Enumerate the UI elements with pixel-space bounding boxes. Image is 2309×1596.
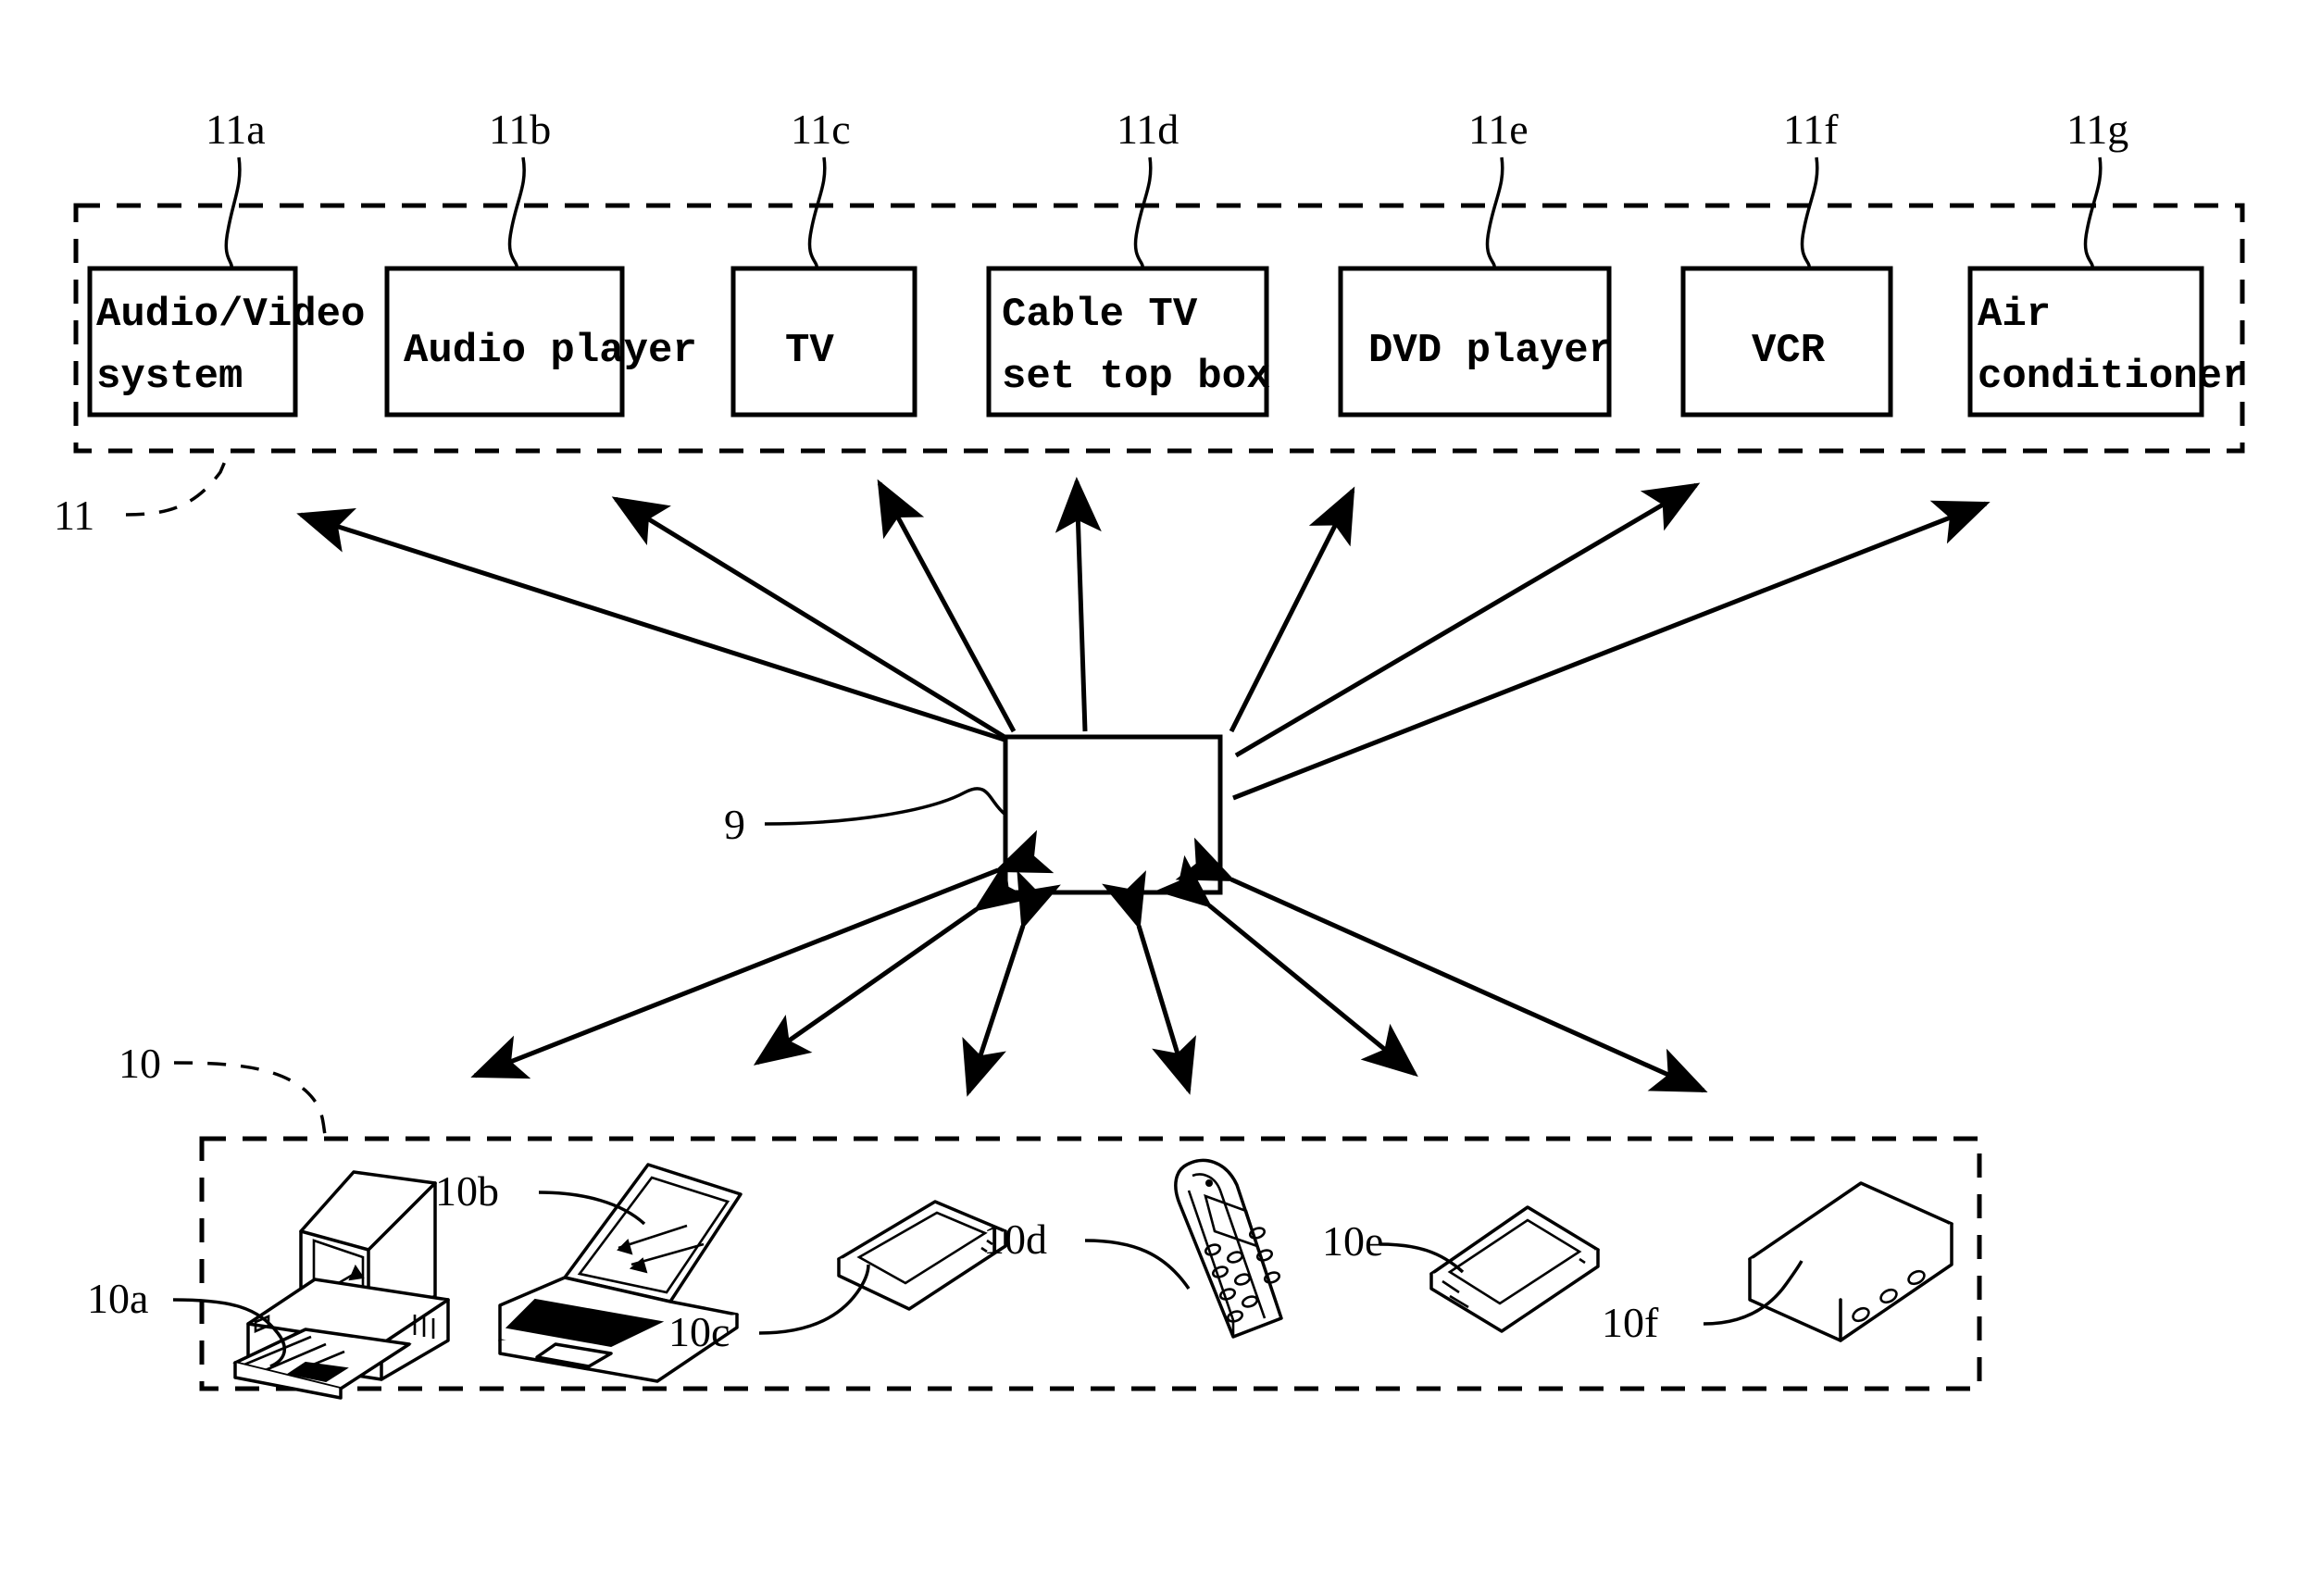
ref-leader-11f	[1800, 156, 1819, 269]
uplink-arrow-11g	[1232, 500, 1991, 801]
ref-label-11g: 11g	[2066, 106, 2128, 153]
patent-diagram: 11 Audio/Video system 11a Audio player 1…	[54, 106, 2246, 1400]
downlink-arrow-10f	[1175, 837, 1708, 1093]
ref-label-11e: 11e	[1468, 106, 1529, 153]
appliance-label-11c-line1: TV	[785, 328, 834, 374]
uplink-arrow-11a	[296, 507, 1008, 743]
group-ref-11: 11	[54, 492, 94, 539]
ref-label-10c: 10c	[668, 1308, 730, 1355]
ref-leader-10d	[1084, 1239, 1191, 1290]
appliance-label-11e-line1: DVD player	[1368, 328, 1613, 374]
ref-label-11c: 11c	[791, 106, 851, 153]
downlink-arrow-10b	[753, 860, 1032, 1066]
ref-leader-11e	[1485, 156, 1504, 269]
group-ref-10: 10	[119, 1040, 161, 1087]
downlink-arrow-10d	[1102, 870, 1196, 1095]
appliance-label-11d-line1: Cable TV	[1002, 292, 1198, 338]
downlink-arrow-10c	[962, 869, 1061, 1097]
uplink-arrow-11d	[1055, 477, 1102, 732]
appliance-label-11g-line2: conditioner	[1978, 354, 2246, 400]
downlink-arrow-group	[470, 829, 1708, 1097]
desktop-computer-icon[interactable]	[232, 1170, 450, 1400]
appliance-label-11b-line1: Audio player	[404, 328, 697, 374]
appliance-label-11g-line1: Air	[1978, 292, 2051, 338]
mobile-phone-icon[interactable]	[1174, 1158, 1283, 1339]
ref-label-10d: 10d	[983, 1216, 1047, 1263]
ref-leader-11d	[1133, 156, 1153, 269]
group-10-leader	[173, 1061, 328, 1140]
group-11-leader	[125, 452, 231, 517]
ref-leader-11b	[507, 156, 526, 269]
appliance-label-11f-line1: VCR	[1752, 328, 1826, 374]
uplink-arrow-11f	[1234, 482, 1701, 758]
pda-handheld-icon[interactable]	[837, 1200, 1007, 1311]
ref-label-11d: 11d	[1117, 106, 1179, 153]
ref-label-10e: 10e	[1322, 1217, 1383, 1265]
downlink-arrow-10e	[1154, 854, 1418, 1078]
set-top-module-icon[interactable]	[1748, 1181, 1953, 1342]
hub-leader	[764, 787, 1007, 826]
hub-ref-9: 9	[724, 801, 745, 848]
ref-leader-11c	[807, 156, 827, 269]
ref-label-10f: 10f	[1602, 1299, 1659, 1346]
ref-leader-11g	[2083, 156, 2103, 269]
pda-tablet-icon[interactable]	[1429, 1205, 1600, 1333]
appliance-label-11d-line2: set top box	[1002, 354, 1270, 400]
downlink-arrow-10a	[470, 829, 1055, 1079]
uplink-arrow-11c	[877, 479, 1017, 733]
figure-canvas: 11 Audio/Video system 11a Audio player 1…	[0, 0, 2309, 1596]
ref-label-11b: 11b	[489, 106, 551, 153]
ref-leader-11a	[224, 156, 242, 269]
appliance-label-11a-line2: system	[96, 354, 243, 400]
hub-box[interactable]	[1003, 734, 1223, 895]
appliance-label-11a-line1: Audio/Video	[96, 292, 365, 338]
ref-label-11a: 11a	[206, 106, 266, 153]
ref-label-11f: 11f	[1783, 106, 1839, 153]
uplink-arrow-11b	[611, 496, 1006, 740]
ref-label-10b: 10b	[435, 1167, 499, 1215]
ref-label-10a: 10a	[87, 1275, 148, 1322]
